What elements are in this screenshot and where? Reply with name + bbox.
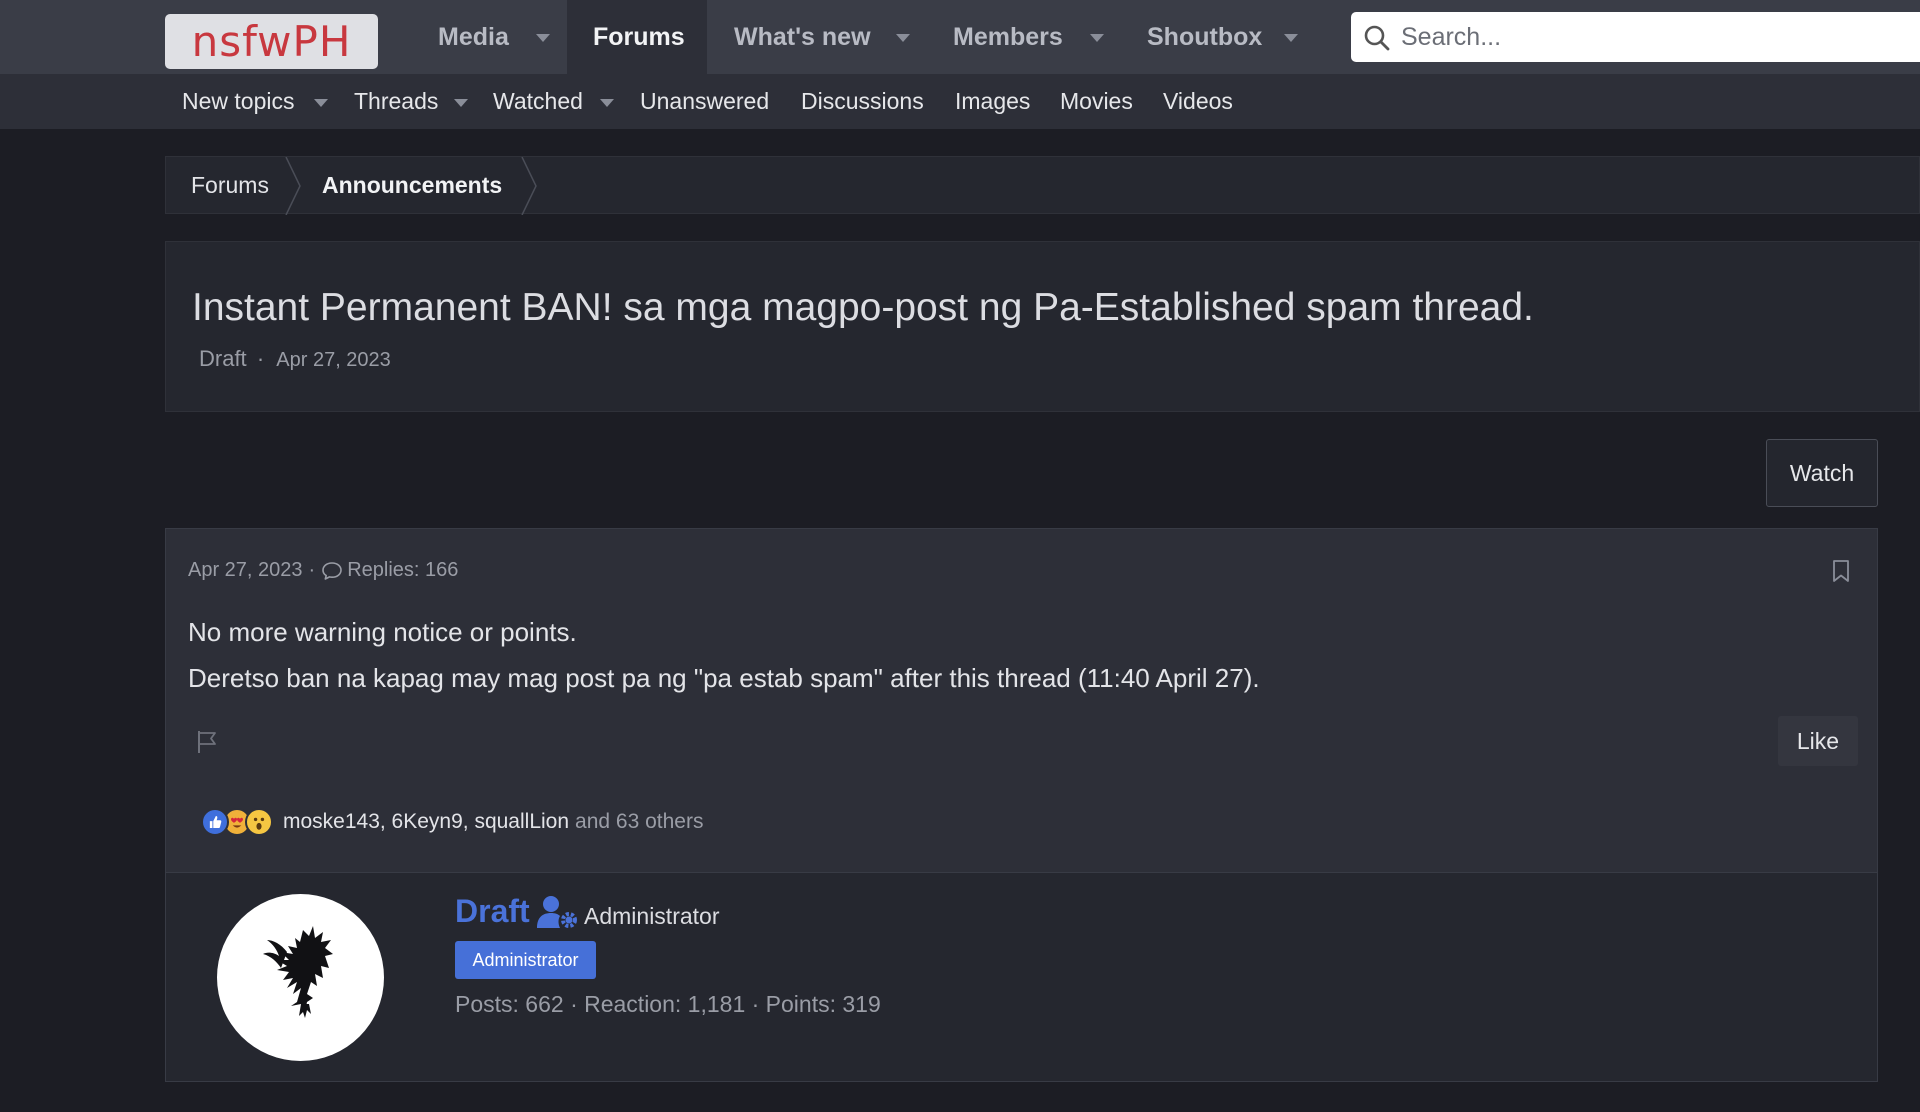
subnav-label: Unanswered — [640, 88, 770, 114]
nav-tab-label: Forums — [593, 22, 685, 51]
subnav-label: Videos — [1163, 88, 1233, 114]
author-stats: Posts: 662 · Reaction: 1,181 · Points: 3… — [455, 991, 881, 1017]
meta-separator: · — [308, 559, 316, 581]
meta-separator: · — [256, 346, 265, 371]
subnav-videos[interactable]: Videos — [1163, 74, 1233, 129]
nav-tab-label: Members — [953, 22, 1063, 51]
chevron-down-icon[interactable] — [896, 34, 910, 42]
breadcrumb-forums[interactable]: Forums — [191, 157, 269, 213]
nav-tab-forums[interactable]: Forums — [567, 0, 707, 74]
reply-count: Replies: 166 — [347, 559, 459, 581]
post-card: Apr 27, 2023 · Replies: 166 No more warn… — [165, 528, 1878, 1082]
staff-user-gear-icon — [537, 896, 577, 928]
eagle-icon — [263, 926, 333, 1018]
chevron-right-icon — [285, 157, 301, 215]
flag-icon[interactable] — [195, 729, 219, 755]
role-badge: Administrator — [455, 941, 596, 979]
chevron-down-icon[interactable] — [314, 99, 328, 107]
breadcrumb-announcements[interactable]: Announcements — [322, 157, 502, 213]
subnav-threads[interactable]: Threads — [354, 74, 438, 129]
role-badge-label: Administrator — [472, 949, 579, 970]
chevron-down-icon[interactable] — [600, 99, 614, 107]
post-body-line: No more warning notice or points. — [188, 617, 577, 647]
nav-tab-media[interactable]: Media — [406, 0, 546, 74]
nav-tab-label: Shoutbox — [1147, 22, 1263, 51]
reactions-bar: moske143, 6Keyn9, squallLion and 63 othe… — [201, 804, 703, 840]
like-button-label: Like — [1796, 727, 1840, 754]
thread-header: Instant Permanent BAN! sa mga magpo-post… — [165, 241, 1920, 412]
subnav-unanswered[interactable]: Unanswered — [640, 74, 769, 129]
watch-button[interactable]: Watch — [1766, 439, 1878, 507]
reaction-others-link[interactable]: and 63 others — [575, 810, 703, 834]
subnav-new-topics[interactable]: New topics — [182, 74, 294, 129]
nav-tab-label: What's new — [734, 22, 871, 51]
like-reaction-icon — [201, 808, 229, 836]
thread-author-link[interactable]: Draft — [199, 346, 247, 371]
thread-meta: Draft · Apr 27, 2023 — [199, 346, 391, 372]
author-name-link[interactable]: Draft — [455, 893, 530, 930]
nav-tab-members[interactable]: Members — [926, 0, 1071, 74]
subnav-label: Threads — [354, 88, 439, 114]
search-box[interactable] — [1351, 12, 1920, 62]
page-title: Instant Permanent BAN! sa mga magpo-post… — [192, 286, 1534, 329]
nav-tab-label: Media — [438, 22, 509, 51]
wow-reaction-icon — [245, 808, 273, 836]
subnav-label: Discussions — [801, 88, 924, 114]
subnav-label: Images — [955, 88, 1031, 114]
subnav-images[interactable]: Images — [955, 74, 1030, 129]
reaction-users-link[interactable]: moske143, 6Keyn9, squallLion — [283, 810, 569, 834]
avatar[interactable] — [217, 894, 384, 1061]
reaction-icons[interactable] — [201, 804, 283, 840]
chevron-down-icon[interactable] — [454, 99, 468, 107]
bookmark-icon[interactable] — [1831, 559, 1851, 583]
breadcrumb: Forums Announcements — [165, 156, 1920, 215]
subnav-label: New topics — [182, 88, 295, 114]
nav-tab-whats-new[interactable]: What's new — [707, 0, 892, 74]
chevron-right-icon — [521, 157, 537, 215]
post-body: No more warning notice or points. Derets… — [188, 609, 1260, 701]
breadcrumb-label: Announcements — [322, 171, 503, 198]
nav-tab-shoutbox[interactable]: Shoutbox — [1120, 0, 1270, 74]
logo-text: nsfwPH — [191, 16, 352, 66]
top-navigation-bar: nsfwPH Media Forums What's new Members S… — [0, 0, 1920, 74]
subnav-label: Movies — [1060, 88, 1133, 114]
search-icon — [1364, 25, 1390, 51]
author-block: Draft Administrator Administrator Posts:… — [166, 872, 1877, 1081]
post-date[interactable]: Apr 27, 2023 — [188, 559, 303, 582]
subnav-discussions[interactable]: Discussions — [801, 74, 924, 129]
subnav-label: Watched — [493, 88, 583, 114]
subnav-movies[interactable]: Movies — [1060, 74, 1133, 129]
watch-button-label: Watch — [1789, 459, 1855, 486]
author-user-title: Administrator — [584, 903, 720, 929]
site-logo[interactable]: nsfwPH — [165, 14, 378, 69]
like-button[interactable]: Like — [1778, 716, 1858, 766]
chevron-down-icon[interactable] — [536, 34, 550, 42]
sub-navigation-bar: New topics Threads Watched Unanswered Di… — [0, 74, 1920, 129]
chevron-down-icon[interactable] — [1090, 34, 1104, 42]
thread-date[interactable]: Apr 27, 2023 — [276, 349, 391, 371]
breadcrumb-label: Forums — [191, 171, 269, 198]
subnav-watched[interactable]: Watched — [493, 74, 583, 129]
post-body-line: Deretso ban na kapag may mag post pa ng … — [188, 663, 1260, 693]
search-input[interactable] — [1401, 12, 1901, 62]
chevron-down-icon[interactable] — [1284, 34, 1298, 42]
comment-bubble-icon — [322, 561, 343, 580]
post-meta: Apr 27, 2023 · Replies: 166 — [188, 559, 458, 582]
